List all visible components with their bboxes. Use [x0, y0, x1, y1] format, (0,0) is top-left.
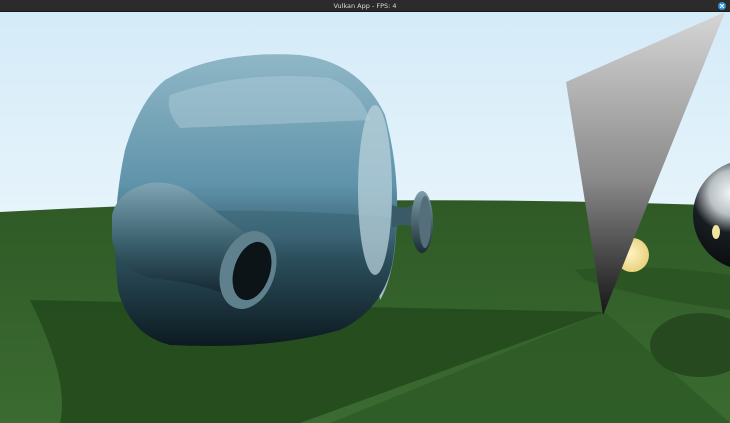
teapot-opening [358, 105, 392, 275]
close-icon [719, 3, 725, 9]
close-button[interactable] [718, 2, 726, 10]
window-title: Vulkan App - FPS: 4 [333, 2, 397, 10]
render-viewport[interactable] [0, 12, 730, 423]
app-window: Vulkan App - FPS: 4 [0, 0, 730, 423]
teapot-knob-face [419, 196, 431, 248]
teapot-knob-stem [392, 205, 414, 228]
sphere-reflection [712, 225, 720, 239]
title-bar[interactable]: Vulkan App - FPS: 4 [0, 0, 730, 12]
